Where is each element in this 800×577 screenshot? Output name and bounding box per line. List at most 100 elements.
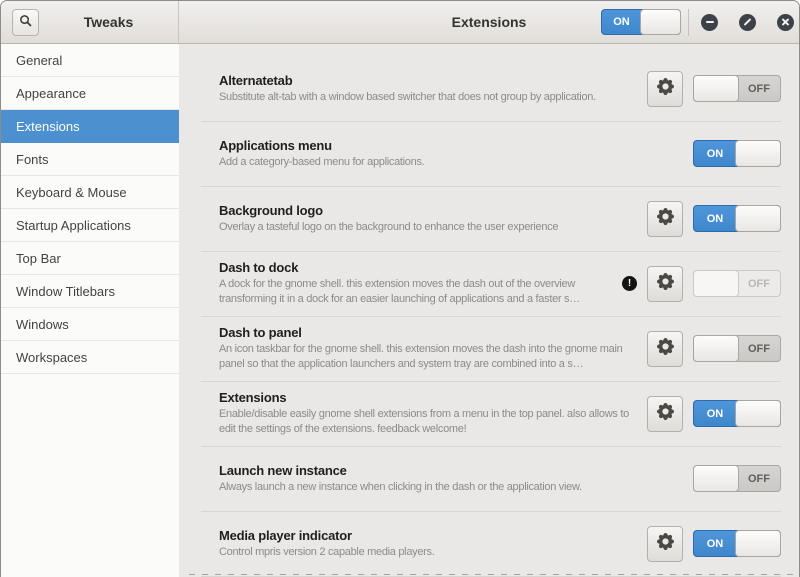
extension-description: Add a category-based menu for applicatio… (219, 155, 681, 170)
extension-toggle[interactable]: ON (693, 400, 781, 427)
extension-text: Alternatetab Substitute alt-tab with a wi… (219, 73, 635, 105)
extension-name: Background logo (219, 203, 635, 218)
toggle-handle (693, 465, 739, 492)
search-button[interactable] (12, 9, 39, 36)
sidebar-item-appearance[interactable]: Appearance (1, 77, 179, 110)
extension-controls: OFF (693, 465, 781, 492)
toggle-state-label: OFF (738, 466, 780, 491)
extension-list: Alternatetab Substitute alt-tab with a wi… (201, 56, 781, 577)
search-icon (19, 14, 32, 32)
extension-text: Media player indicatorControl mpris vers… (219, 528, 635, 560)
toggle-state-label: OFF (738, 76, 780, 101)
extension-settings-button[interactable] (647, 71, 683, 107)
extension-toggle[interactable]: ON (693, 140, 781, 167)
gear-icon (657, 273, 674, 295)
extension-text: Extensions Enable/disable easily gnome sh… (219, 390, 635, 437)
extension-name: Media player indicator (219, 528, 635, 543)
header-separator (688, 9, 689, 36)
extension-settings-button[interactable] (647, 331, 683, 367)
extension-description: A dock for the gnome shell. this extensi… (219, 277, 610, 307)
sidebar-item-windows[interactable]: Windows (1, 308, 179, 341)
extension-description: Overlay a tasteful logo on the backgroun… (219, 220, 635, 235)
close-button[interactable] (777, 14, 794, 31)
sidebar-item-keyboard-mouse[interactable]: Keyboard & Mouse (1, 176, 179, 209)
window-controls (701, 1, 794, 43)
extension-toggle: OFF (693, 270, 781, 297)
extension-row: Background logo Overlay a tasteful logo o… (201, 186, 781, 251)
extension-row: Alternatetab Substitute alt-tab with a wi… (201, 56, 781, 121)
extension-controls: ! OFF (622, 266, 781, 302)
extension-name: Dash to panel (219, 325, 635, 340)
toggle-handle (693, 335, 739, 362)
extension-settings-button[interactable] (647, 266, 683, 302)
extension-row: Applications menu Add a category-based me… (201, 121, 781, 186)
unmaximize-button[interactable] (739, 14, 756, 31)
sidebar-item-workspaces[interactable]: Workspaces (1, 341, 179, 374)
window-body: General Appearance Extensions Fonts Keyboard… (1, 44, 799, 577)
extension-text: Dash to panel An icon taskbar for the gno… (219, 325, 635, 372)
extensions-panel: Alternatetab Substitute alt-tab with a wi… (179, 44, 799, 577)
extension-toggle[interactable]: ON (693, 205, 781, 232)
extension-description: An icon taskbar for the gnome shell. thi… (219, 342, 635, 372)
extension-description: Substitute alt-tab with a window based s… (219, 90, 635, 105)
sidebar-item-label: General (16, 53, 62, 68)
extension-toggle[interactable]: OFF (693, 75, 781, 102)
extension-text: Background logo Overlay a tasteful logo o… (219, 203, 635, 235)
sidebar-item-label: Appearance (16, 86, 86, 101)
extension-settings-button[interactable] (647, 201, 683, 237)
sidebar-item-label: Fonts (16, 152, 49, 167)
tweaks-window: Tweaks Extensions ON General Appearance Ex… (0, 0, 800, 577)
header-left: Tweaks (1, 1, 179, 43)
sidebar-item-extensions[interactable]: Extensions (1, 110, 179, 143)
toggle-handle (693, 270, 739, 297)
extension-row: Dash to dockA dock for the gnome shell. … (201, 251, 781, 316)
extension-toggle[interactable]: ON (693, 530, 781, 557)
extension-name: Alternatetab (219, 73, 635, 88)
toggle-state-label: ON (694, 531, 736, 556)
gear-icon (657, 208, 674, 230)
sidebar-item-startup-applications[interactable]: Startup Applications (1, 209, 179, 242)
extension-settings-button[interactable] (647, 526, 683, 562)
toggle-state-label: ON (694, 401, 736, 426)
toggle-handle (735, 140, 781, 167)
sidebar-item-label: Windows (16, 317, 69, 332)
toggle-handle (735, 530, 781, 557)
sidebar-item-top-bar[interactable]: Top Bar (1, 242, 179, 275)
sidebar-item-label: Workspaces (16, 350, 87, 365)
extension-controls: ON (693, 140, 781, 167)
sidebar-item-window-titlebars[interactable]: Window Titlebars (1, 275, 179, 308)
extension-toggle[interactable]: OFF (693, 335, 781, 362)
sidebar-item-label: Extensions (16, 119, 80, 134)
minimize-icon (706, 21, 714, 23)
extension-controls: ON (647, 201, 781, 237)
extension-row: Launch new instance Always launch a new i… (201, 446, 781, 511)
extension-row: Media player indicatorControl mpris vers… (201, 511, 781, 576)
sidebar-item-label: Top Bar (16, 251, 61, 266)
extension-text: Applications menu Add a category-based me… (219, 138, 681, 170)
extension-name: Applications menu (219, 138, 681, 153)
sidebar: General Appearance Extensions Fonts Keyboard… (1, 44, 179, 577)
extension-name: Launch new instance (219, 463, 681, 478)
extension-controls: OFF (647, 71, 781, 107)
unmaximize-icon (744, 18, 752, 26)
toggle-handle (693, 75, 739, 102)
extension-text: Launch new instance Always launch a new i… (219, 463, 681, 495)
sidebar-item-fonts[interactable]: Fonts (1, 143, 179, 176)
toggle-state-label: OFF (738, 336, 780, 361)
extension-name: Extensions (219, 390, 635, 405)
error-info-icon[interactable]: ! (622, 276, 637, 291)
sidebar-item-general[interactable]: General (1, 44, 179, 77)
toggle-handle (735, 400, 781, 427)
extension-description: Always launch a new instance when clicki… (219, 480, 681, 495)
extension-description: Enable/disable easily gnome shell extens… (219, 407, 635, 437)
toggle-handle (640, 9, 681, 35)
minimize-button[interactable] (701, 14, 718, 31)
gear-icon (657, 338, 674, 360)
sidebar-item-label: Keyboard & Mouse (16, 185, 127, 200)
extension-controls: ON (647, 526, 781, 562)
extension-settings-button[interactable] (647, 396, 683, 432)
sidebar-item-label: Startup Applications (16, 218, 131, 233)
extension-toggle[interactable]: OFF (693, 465, 781, 492)
extensions-master-toggle[interactable]: ON (601, 9, 681, 35)
toggle-state-label: ON (602, 10, 641, 34)
